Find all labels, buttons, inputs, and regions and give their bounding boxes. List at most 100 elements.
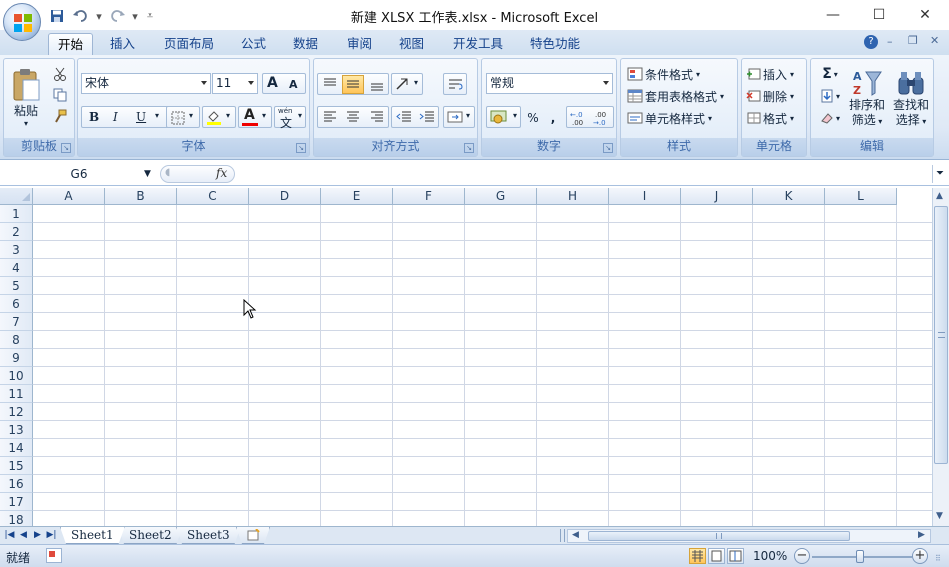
row-header-16[interactable]: 16 xyxy=(0,475,33,493)
page-layout-view-icon[interactable] xyxy=(708,548,725,564)
redo-icon[interactable] xyxy=(106,6,128,26)
tab-view[interactable]: 视图 xyxy=(390,33,433,55)
row-header-14[interactable]: 14 xyxy=(0,439,33,457)
align-center-icon[interactable] xyxy=(346,110,360,124)
zoom-out-icon[interactable]: − xyxy=(794,548,810,564)
minimize-icon[interactable]: — xyxy=(818,6,848,24)
format-painter-icon[interactable] xyxy=(50,107,70,125)
row-header-4[interactable]: 4 xyxy=(0,259,33,277)
increase-indent-icon[interactable] xyxy=(419,110,435,124)
zoom-level[interactable]: 100% xyxy=(753,549,787,563)
office-button[interactable] xyxy=(3,3,41,41)
tab-home[interactable]: 开始 xyxy=(48,33,94,55)
zoom-slider-thumb[interactable] xyxy=(856,550,864,563)
format-cells-button[interactable]: 格式 ▾ xyxy=(746,108,806,128)
redo-dropdown-icon[interactable]: ▾ xyxy=(130,6,140,26)
tab-developer[interactable]: 开发工具 xyxy=(444,33,512,55)
grow-font-button[interactable]: A xyxy=(267,75,278,91)
vertical-scroll-thumb[interactable] xyxy=(934,206,948,464)
expand-formula-bar-icon[interactable]: ⏷ xyxy=(932,165,947,183)
sheet-tab-1[interactable]: Sheet1 xyxy=(60,527,125,544)
undo-dropdown-icon[interactable]: ▾ xyxy=(94,6,104,26)
row-header-15[interactable]: 15 xyxy=(0,457,33,475)
column-header-l[interactable]: L xyxy=(825,188,897,205)
horizontal-scrollbar[interactable]: ◀ ▶ xyxy=(567,529,931,543)
insert-function-button[interactable]: fx xyxy=(216,166,227,180)
first-sheet-icon[interactable]: |◀ xyxy=(4,529,15,542)
decrease-indent-icon[interactable] xyxy=(396,110,412,124)
align-left-icon[interactable] xyxy=(323,110,337,124)
underline-button[interactable]: U xyxy=(136,110,146,124)
ribbon-restore-icon[interactable]: ❐ xyxy=(908,34,918,47)
align-top-icon[interactable] xyxy=(323,77,337,91)
column-header-h[interactable]: H xyxy=(537,188,609,205)
row-header-9[interactable]: 9 xyxy=(0,349,33,367)
next-sheet-icon[interactable]: ▶ xyxy=(32,529,43,542)
row-header-18[interactable]: 18 xyxy=(0,511,33,526)
align-middle-icon[interactable] xyxy=(346,77,360,91)
horizontal-scroll-thumb[interactable] xyxy=(588,531,850,541)
decrease-decimal-icon[interactable]: .00→.0 xyxy=(593,110,613,126)
tab-special[interactable]: 特色功能 xyxy=(521,33,589,55)
conditional-formatting-button[interactable]: 条件格式 ▾ xyxy=(627,64,735,84)
row-header-13[interactable]: 13 xyxy=(0,421,33,439)
row-header-12[interactable]: 12 xyxy=(0,403,33,421)
tab-review[interactable]: 审阅 xyxy=(338,33,381,55)
column-header-k[interactable]: K xyxy=(753,188,825,205)
scroll-right-icon[interactable]: ▶ xyxy=(918,530,925,540)
format-as-table-button[interactable]: 套用表格格式 ▾ xyxy=(627,86,735,106)
macro-record-icon[interactable] xyxy=(46,548,62,563)
copy-icon[interactable] xyxy=(50,86,70,104)
tab-split-handle[interactable] xyxy=(560,529,565,542)
row-header-7[interactable]: 7 xyxy=(0,313,33,331)
italic-button[interactable]: I xyxy=(113,110,118,124)
row-header-2[interactable]: 2 xyxy=(0,223,33,241)
insert-cells-button[interactable]: 插入 ▾ xyxy=(746,64,806,84)
comma-button[interactable]: , xyxy=(545,108,561,128)
tab-insert[interactable]: 插入 xyxy=(101,33,144,55)
row-header-8[interactable]: 8 xyxy=(0,331,33,349)
fill-color-button[interactable]: ▾ xyxy=(202,106,236,128)
scroll-down-icon[interactable]: ▼ xyxy=(936,511,943,521)
ribbon-close-icon[interactable]: ✕ xyxy=(930,34,939,47)
delete-cells-button[interactable]: 删除 ▾ xyxy=(746,86,806,106)
font-size-box[interactable]: 11 xyxy=(212,73,258,94)
zoom-in-icon[interactable]: + xyxy=(912,548,928,564)
row-header-10[interactable]: 10 xyxy=(0,367,33,385)
undo-icon[interactable] xyxy=(70,6,92,26)
cell-styles-button[interactable]: 单元格样式 ▾ xyxy=(627,108,735,128)
column-header-g[interactable]: G xyxy=(465,188,537,205)
column-header-i[interactable]: I xyxy=(609,188,681,205)
row-header-3[interactable]: 3 xyxy=(0,241,33,259)
sort-filter-button[interactable]: A Z 排序和 筛选 ▾ xyxy=(847,62,887,134)
phonetic-button[interactable]: wén 文 ▾ xyxy=(274,106,306,130)
column-header-c[interactable]: C xyxy=(177,188,249,205)
cell-area[interactable] xyxy=(33,205,932,526)
align-right-icon[interactable] xyxy=(370,110,384,124)
clipboard-launcher-icon[interactable]: ↘ xyxy=(61,143,71,153)
row-header-1[interactable]: 1 xyxy=(0,205,33,223)
accounting-format-button[interactable]: ▾ xyxy=(486,106,521,128)
tab-page-layout[interactable]: 页面布局 xyxy=(155,33,223,55)
paste-button[interactable]: 粘贴 ▾ xyxy=(6,62,46,134)
font-color-button[interactable]: A ▾ xyxy=(238,106,272,128)
normal-view-icon[interactable] xyxy=(689,548,706,564)
help-icon[interactable]: ? xyxy=(864,35,878,49)
prev-sheet-icon[interactable]: ◀ xyxy=(18,529,29,542)
increase-decimal-icon[interactable]: ←.0.00 xyxy=(570,110,590,126)
page-break-preview-icon[interactable] xyxy=(727,548,744,564)
font-launcher-icon[interactable]: ↘ xyxy=(296,143,306,153)
bold-button[interactable]: B xyxy=(89,110,99,124)
name-box-dropdown-icon[interactable]: ▼ xyxy=(144,164,151,184)
alignment-launcher-icon[interactable]: ↘ xyxy=(464,143,474,153)
number-format-box[interactable]: 常规 xyxy=(486,73,613,94)
scroll-up-icon[interactable]: ▲ xyxy=(936,191,943,201)
clear-button[interactable]: ▾ xyxy=(817,108,843,128)
insert-sheet-button[interactable] xyxy=(236,527,270,544)
shrink-font-button[interactable]: A xyxy=(289,78,298,91)
fill-button[interactable]: ▾ xyxy=(817,86,843,106)
row-header-17[interactable]: 17 xyxy=(0,493,33,511)
cut-icon[interactable] xyxy=(50,65,70,83)
tab-formulas[interactable]: 公式 xyxy=(232,33,275,55)
wrap-text-button[interactable] xyxy=(443,73,467,95)
